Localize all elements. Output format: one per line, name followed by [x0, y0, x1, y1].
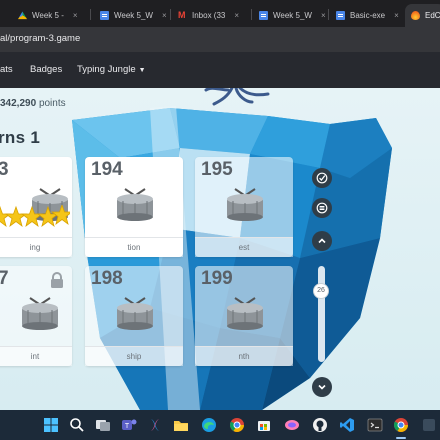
level-slider-knob[interactable]: 26	[313, 283, 329, 299]
scroll-down-button[interactable]	[312, 377, 332, 397]
close-tab-icon[interactable]: ×	[234, 11, 239, 20]
lesson-label: ship	[85, 346, 183, 366]
tab-week5-doc[interactable]: Week 5_W ×	[94, 4, 172, 27]
teams-icon[interactable]: T	[120, 416, 138, 434]
search-icon[interactable]	[68, 416, 86, 434]
tab-divider	[328, 9, 329, 20]
chevron-up-icon	[318, 238, 326, 244]
active-app-indicator	[396, 437, 406, 439]
level-slider-track[interactable]	[318, 266, 325, 362]
check-circle-icon	[316, 172, 328, 184]
tab-basic-exe[interactable]: Basic-exe ×	[330, 4, 404, 27]
points-display: 342,290 points	[0, 98, 66, 109]
close-tab-icon[interactable]: ×	[394, 11, 399, 20]
tree-roots	[204, 88, 270, 106]
nav-item-badges[interactable]: Badges	[30, 64, 62, 75]
docs-icon	[100, 11, 109, 20]
lesson-card[interactable]: 198 ship	[85, 266, 183, 366]
lesson-card[interactable]: 194 tion	[85, 157, 183, 257]
chrome-profile-icon[interactable]	[392, 416, 410, 434]
terminal-icon[interactable]	[366, 416, 384, 434]
check-progress-button[interactable]	[312, 168, 332, 188]
lesson-label: est	[195, 237, 293, 257]
edclub-icon	[411, 11, 420, 20]
tab-edclub-active[interactable]: EdCl	[405, 4, 440, 27]
task-view-icon[interactable]	[94, 416, 112, 434]
lesson-number: 199	[201, 268, 233, 289]
lesson-label: int	[0, 346, 72, 366]
menu-lines-icon	[316, 202, 328, 214]
lesson-number: 198	[91, 268, 123, 289]
tab-divider	[251, 9, 252, 20]
chrome-icon[interactable]	[228, 416, 246, 434]
nav-dropdown-typing-jungle[interactable]: Typing Jungle ▼	[77, 64, 146, 75]
menu-button[interactable]	[312, 198, 332, 218]
tab-label: Basic-exe	[350, 11, 386, 20]
close-tab-icon[interactable]: ×	[321, 11, 326, 20]
game-scene: 342,290 points rns 1 3 ing 194 tion 195 …	[0, 88, 440, 410]
taskbar: T	[0, 410, 440, 440]
svg-text:T: T	[125, 423, 130, 430]
lesson-card-locked[interactable]: 7 int	[0, 266, 72, 366]
windows-start-icon[interactable]	[42, 416, 60, 434]
drum-icon	[22, 297, 58, 330]
drum-icon	[227, 297, 263, 330]
lesson-label: ing	[0, 237, 72, 257]
nav-item-stats[interactable]: ats	[0, 64, 13, 75]
lesson-number: 194	[91, 159, 123, 180]
address-bar[interactable]: al/program-3.game	[0, 27, 440, 52]
docs-icon	[259, 11, 268, 20]
docs-icon	[336, 11, 345, 20]
site-nav: ats Badges Typing Jungle ▼	[0, 52, 440, 88]
colorful-app-icon[interactable]	[283, 416, 301, 434]
url-text: al/program-3.game	[0, 33, 81, 44]
close-tab-icon[interactable]: ×	[73, 11, 78, 20]
tab-label: Inbox (33	[192, 11, 226, 20]
tab-week5-doc-2[interactable]: Week 5_W ×	[253, 4, 327, 27]
close-tab-icon[interactable]: ×	[162, 11, 167, 20]
taskbar-app-icon[interactable]	[420, 416, 438, 434]
points-value: 342,290	[0, 98, 37, 109]
chevron-down-icon	[318, 384, 326, 390]
copilot-icon[interactable]	[146, 416, 164, 434]
github-icon[interactable]	[311, 416, 329, 434]
tab-label: Week 5_W	[273, 11, 312, 20]
lesson-label: nth	[195, 346, 293, 366]
lesson-number: 195	[201, 159, 233, 180]
tab-label: Week 5_W	[114, 11, 153, 20]
browser-tab-strip: Week 5 - × Week 5_W × M Inbox (33 × Week…	[0, 0, 440, 27]
vscode-icon[interactable]	[338, 416, 356, 434]
gmail-icon: M	[178, 10, 186, 20]
tab-divider	[90, 9, 91, 20]
caret-down-icon: ▼	[138, 67, 146, 74]
tab-week5-drive[interactable]: Week 5 - ×	[12, 4, 86, 27]
drive-icon	[18, 11, 27, 20]
tab-divider	[170, 9, 171, 20]
lock-icon	[51, 272, 63, 288]
lesson-card[interactable]: 3 ing	[0, 157, 72, 257]
file-explorer-icon[interactable]	[172, 416, 190, 434]
tab-inbox[interactable]: M Inbox (33 ×	[172, 4, 250, 27]
tab-label: Week 5 -	[32, 11, 64, 20]
drum-icon	[117, 297, 153, 330]
lesson-card[interactable]: 195 est	[195, 157, 293, 257]
level-title: rns 1	[0, 128, 41, 147]
edge-icon[interactable]	[200, 416, 218, 434]
star-rating-icon	[0, 205, 70, 228]
store-icon[interactable]	[255, 416, 273, 434]
drum-icon	[227, 188, 263, 221]
points-label: points	[38, 98, 66, 109]
drum-icon	[117, 188, 153, 221]
lesson-number: 7	[0, 268, 9, 289]
lesson-card[interactable]: 199 nth	[195, 266, 293, 366]
tab-label: EdCl	[425, 11, 440, 20]
lesson-number: 3	[0, 159, 9, 180]
lesson-label: tion	[85, 237, 183, 257]
scroll-up-button[interactable]	[312, 231, 332, 251]
nav-dropdown-label: Typing Jungle	[77, 64, 136, 75]
